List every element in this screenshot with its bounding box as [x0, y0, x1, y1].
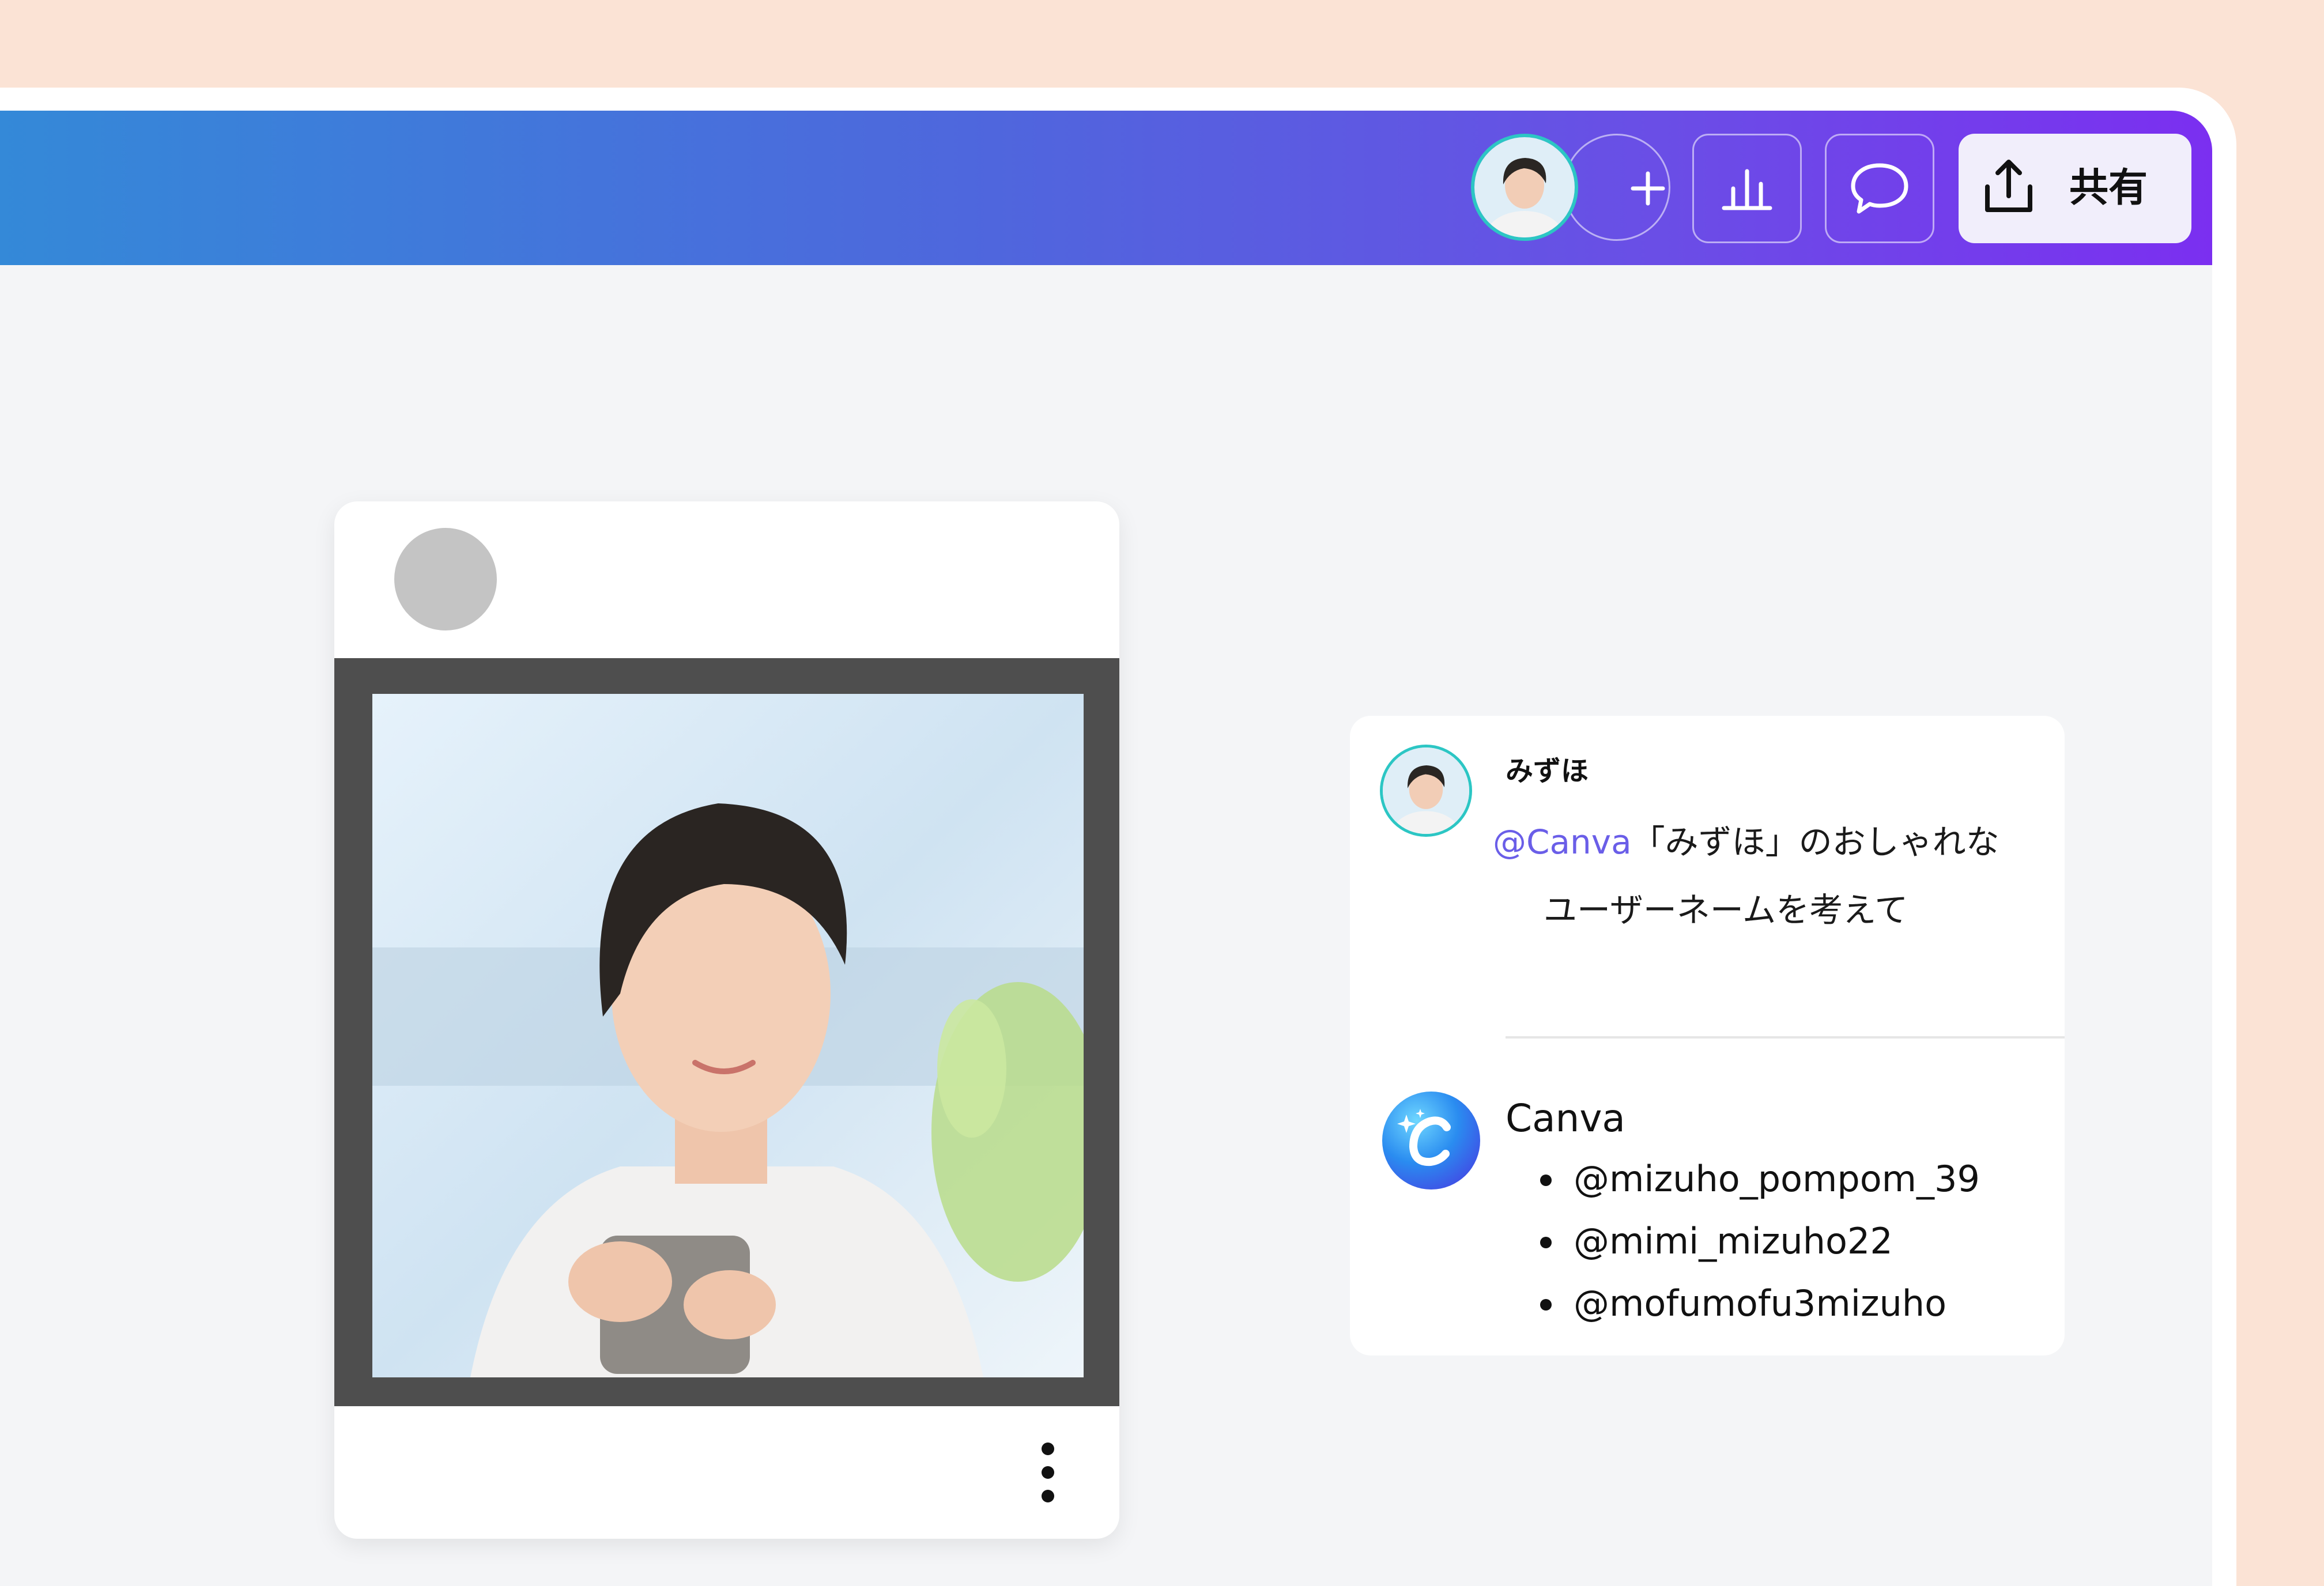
insights-icon: [1722, 169, 1772, 210]
canva-logo-icon: [1382, 1092, 1480, 1190]
collaborator-avatar[interactable]: [1471, 134, 1578, 241]
suggestion-text: @mizuho_pompom_39: [1574, 1158, 1980, 1200]
mention-link[interactable]: @Canva: [1493, 822, 1632, 862]
comment-author-name: みずほ: [1506, 755, 1589, 787]
post-image-frame: [334, 658, 1119, 1406]
woman-holding-mug-photo: [372, 694, 1084, 1377]
username-suggestions: @mizuho_pompom_39 @mimi_mizuho22 @mofumo…: [1540, 1148, 1980, 1335]
share-button[interactable]: 共有: [1959, 134, 2191, 243]
top-toolbar: 共有: [0, 111, 2212, 265]
post-avatar-placeholder: [394, 528, 497, 630]
list-item: @mofumofu3mizuho: [1540, 1272, 1980, 1335]
avatar-portrait: [1474, 137, 1575, 237]
avatar-portrait: [1383, 747, 1469, 834]
comment-button[interactable]: [1825, 134, 1934, 243]
share-upload-icon: [1985, 160, 2032, 212]
comment-thread-panel: みずほ @Canva「みずほ」のおしゃれな ユーザーネームを考えて Canva …: [1350, 716, 2065, 1355]
comment-text: @Canva「みずほ」のおしゃれな: [1493, 815, 1999, 863]
post-photo[interactable]: [372, 694, 1084, 1377]
reply-author-name: Canva: [1506, 1096, 1625, 1141]
suggestion-text: @mimi_mizuho22: [1574, 1220, 1893, 1262]
add-collaborator-button[interactable]: [1563, 134, 1670, 241]
more-options-button[interactable]: [1036, 1441, 1059, 1504]
bullet: [1540, 1175, 1552, 1186]
share-label: 共有: [2069, 165, 2148, 211]
add-icon: [1631, 171, 1665, 206]
comment-icon: [1851, 163, 1908, 214]
app-window: 共有 みずほ @Canva「みずほ」のおしゃれな ユーザーネームを考えて Can…: [0, 88, 2236, 1586]
comment-text-line2: ユーザーネームを考えて: [1544, 890, 1908, 930]
bullet: [1540, 1299, 1552, 1311]
editor-canvas: 共有 みずほ @Canva「みずほ」のおしゃれな ユーザーネームを考えて Can…: [0, 111, 2212, 1586]
list-item: @mimi_mizuho22: [1540, 1210, 1980, 1272]
list-item: @mizuho_pompom_39: [1540, 1148, 1980, 1210]
comment-author-avatar: [1380, 745, 1472, 837]
divider: [1506, 1036, 2065, 1039]
bullet: [1540, 1237, 1552, 1248]
suggestion-text: @mofumofu3mizuho: [1574, 1282, 1947, 1324]
more-vertical-icon: [1042, 1442, 1054, 1502]
insights-button[interactable]: [1692, 134, 1802, 243]
social-post-card[interactable]: [334, 501, 1119, 1539]
comment-text-line1: 「みずほ」のおしゃれな: [1631, 822, 1999, 862]
